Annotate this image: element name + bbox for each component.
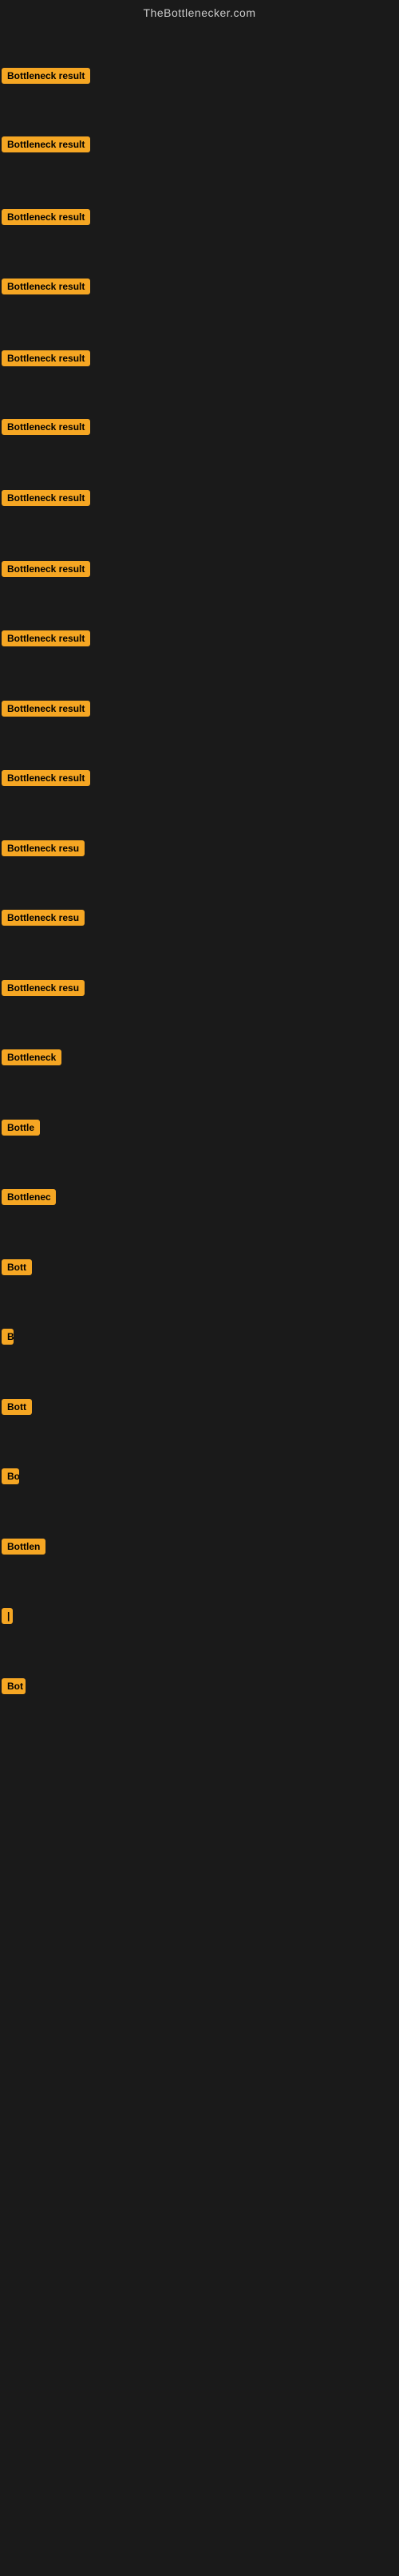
bottleneck-result-badge-24[interactable]: Bot xyxy=(2,1678,26,1698)
bottleneck-result-badge-10[interactable]: Bottleneck result xyxy=(2,701,90,721)
site-title: TheBottlenecker.com xyxy=(0,0,399,22)
bottleneck-result-badge-18[interactable]: Bott xyxy=(2,1259,32,1279)
bottleneck-result-badge-14[interactable]: Bottleneck resu xyxy=(2,980,85,1000)
badge-label-8: Bottleneck result xyxy=(2,561,90,577)
bottleneck-result-badge-17[interactable]: Bottlenec xyxy=(2,1189,56,1209)
bottleneck-result-badge-19[interactable]: B xyxy=(2,1329,14,1349)
bottleneck-result-badge-8[interactable]: Bottleneck result xyxy=(2,561,90,581)
badge-label-17: Bottlenec xyxy=(2,1189,56,1205)
bottleneck-result-badge-6[interactable]: Bottleneck result xyxy=(2,419,90,439)
badge-label-14: Bottleneck resu xyxy=(2,980,85,996)
badge-label-20: Bott xyxy=(2,1399,32,1415)
badge-label-4: Bottleneck result xyxy=(2,279,90,294)
badge-label-2: Bottleneck result xyxy=(2,136,90,152)
bottleneck-result-badge-7[interactable]: Bottleneck result xyxy=(2,490,90,510)
bottleneck-result-badge-21[interactable]: Bo xyxy=(2,1468,19,1488)
badge-label-11: Bottleneck result xyxy=(2,770,90,786)
bottleneck-result-badge-2[interactable]: Bottleneck result xyxy=(2,136,90,156)
badge-label-10: Bottleneck result xyxy=(2,701,90,717)
bottleneck-result-badge-3[interactable]: Bottleneck result xyxy=(2,209,90,229)
bottleneck-result-badge-12[interactable]: Bottleneck resu xyxy=(2,840,85,860)
badge-label-7: Bottleneck result xyxy=(2,490,90,506)
bottleneck-result-badge-11[interactable]: Bottleneck result xyxy=(2,770,90,790)
badge-label-16: Bottle xyxy=(2,1120,40,1136)
badge-label-19: B xyxy=(2,1329,14,1345)
badge-label-15: Bottleneck xyxy=(2,1049,61,1065)
badge-label-1: Bottleneck result xyxy=(2,68,90,84)
bottleneck-result-badge-23[interactable]: | xyxy=(2,1608,13,1628)
bottleneck-result-badge-1[interactable]: Bottleneck result xyxy=(2,68,90,88)
badge-label-9: Bottleneck result xyxy=(2,630,90,646)
badge-label-12: Bottleneck resu xyxy=(2,840,85,856)
bottleneck-result-badge-13[interactable]: Bottleneck resu xyxy=(2,910,85,930)
bottleneck-result-badge-22[interactable]: Bottlen xyxy=(2,1539,45,1559)
badge-label-3: Bottleneck result xyxy=(2,209,90,225)
badge-label-18: Bott xyxy=(2,1259,32,1275)
badge-label-13: Bottleneck resu xyxy=(2,910,85,926)
badge-label-24: Bot xyxy=(2,1678,26,1694)
badge-label-22: Bottlen xyxy=(2,1539,45,1555)
bottleneck-result-badge-20[interactable]: Bott xyxy=(2,1399,32,1419)
bottleneck-result-badge-16[interactable]: Bottle xyxy=(2,1120,40,1140)
bottleneck-result-badge-5[interactable]: Bottleneck result xyxy=(2,350,90,370)
bottleneck-result-badge-9[interactable]: Bottleneck result xyxy=(2,630,90,650)
badge-label-21: Bo xyxy=(2,1468,19,1484)
bottleneck-result-badge-4[interactable]: Bottleneck result xyxy=(2,279,90,298)
badge-label-5: Bottleneck result xyxy=(2,350,90,366)
badge-label-6: Bottleneck result xyxy=(2,419,90,435)
bottleneck-result-badge-15[interactable]: Bottleneck xyxy=(2,1049,61,1069)
badge-label-23: | xyxy=(2,1608,13,1624)
